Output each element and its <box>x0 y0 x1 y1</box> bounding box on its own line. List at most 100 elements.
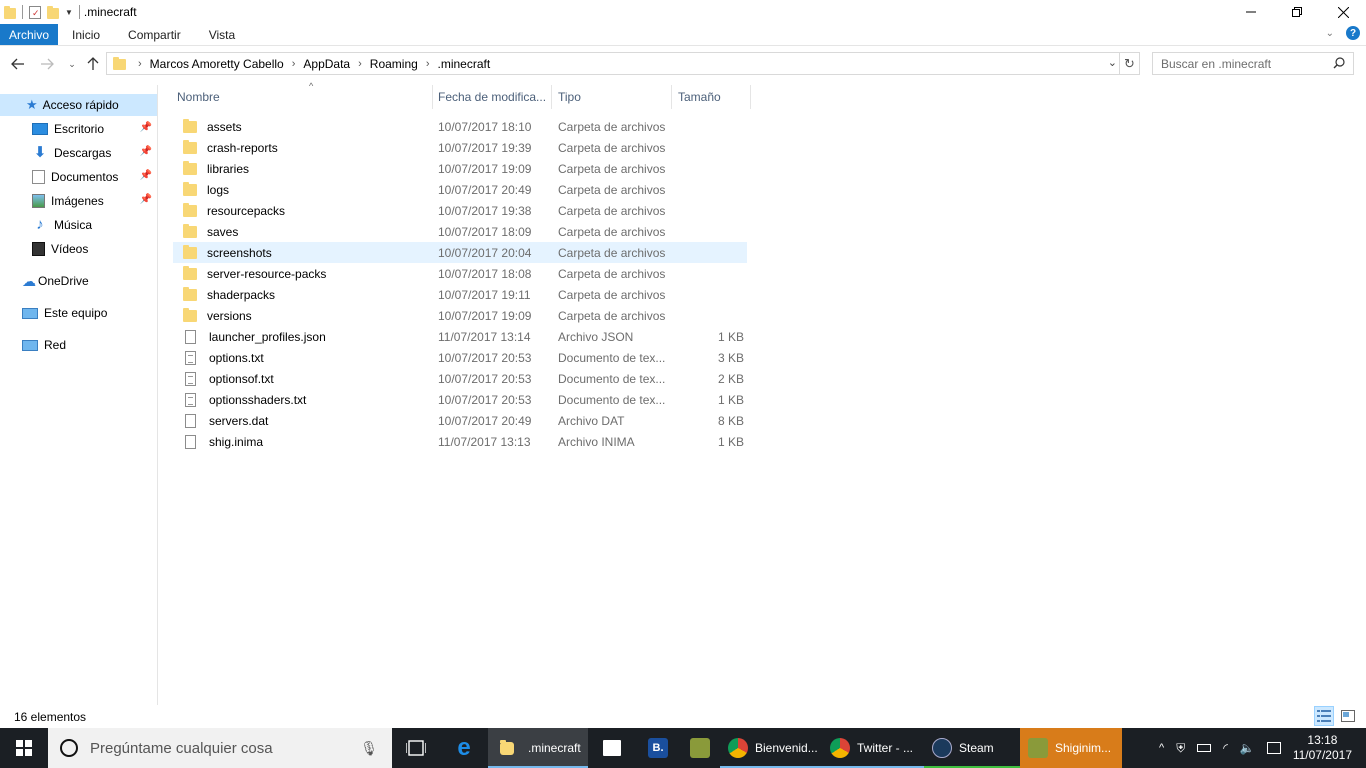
taskbar-app-label: Steam <box>959 741 994 755</box>
battery-icon[interactable] <box>1197 744 1212 752</box>
pin-icon[interactable]: 📌 <box>140 194 152 205</box>
cortana-search[interactable]: Pregúntame cualquier cosa 🎙 <box>48 728 392 768</box>
folder-icon <box>183 244 197 259</box>
properties-icon[interactable]: ✓ <box>29 5 41 19</box>
nav-item-escritorio[interactable]: Escritorio 📌 <box>0 118 157 140</box>
breadcrumb-chevron-icon[interactable]: › <box>284 58 304 70</box>
recent-locations-button[interactable]: ⌄ <box>62 54 82 74</box>
file-type-cell: Archivo INIMA <box>558 434 635 449</box>
file-name: screenshots <box>207 245 272 260</box>
expand-ribbon-icon[interactable]: ⌄ <box>1326 28 1334 39</box>
table-row[interactable]: servers.dat 10/07/2017 20:49 Archivo DAT 8 … <box>173 410 747 431</box>
breadcrumb-minecraft[interactable]: .minecraft <box>437 57 490 71</box>
refresh-button[interactable]: ↻ <box>1119 53 1139 74</box>
pin-icon[interactable]: 📌 <box>140 146 152 157</box>
table-row[interactable]: logs 10/07/2017 20:49 Carpeta de archivos <box>173 179 747 200</box>
nav-onedrive[interactable]: ☁ OneDrive <box>0 270 157 292</box>
table-row[interactable]: screenshots 10/07/2017 20:04 Carpeta de ar… <box>173 242 747 263</box>
address-dropdown-icon[interactable]: ⌄ <box>1108 56 1117 69</box>
customize-toolbar-icon[interactable]: ▼ <box>65 8 73 17</box>
table-row[interactable]: optionsshaders.txt 10/07/2017 20:53 Docume… <box>173 389 747 410</box>
file-name: versions <box>207 308 252 323</box>
breadcrumb-chevron-icon[interactable]: › <box>350 58 370 70</box>
breadcrumb-appdata[interactable]: AppData <box>303 57 350 71</box>
table-row[interactable]: crash-reports 10/07/2017 19:39 Carpeta de … <box>173 137 747 158</box>
store-button[interactable] <box>588 728 636 768</box>
search-input[interactable]: Buscar en .minecraft <box>1161 57 1271 71</box>
up-arrow-icon <box>87 57 99 70</box>
task-view-icon <box>406 740 426 756</box>
breadcrumb-user[interactable]: Marcos Amoretty Cabello <box>150 57 284 71</box>
close-button[interactable] <box>1320 0 1366 24</box>
search-box[interactable]: Buscar en .minecraft <box>1152 52 1354 75</box>
task-view-button[interactable] <box>392 728 440 768</box>
tab-archivo[interactable]: Archivo <box>0 24 59 45</box>
new-folder-icon[interactable] <box>47 5 59 19</box>
column-header-size[interactable]: Tamaño <box>672 85 751 109</box>
security-icon[interactable]: ⛨ <box>1176 741 1185 756</box>
tab-compartir[interactable]: Compartir <box>114 24 195 45</box>
minimize-icon <box>1246 11 1256 13</box>
table-row[interactable]: versions 10/07/2017 19:09 Carpeta de archi… <box>173 305 747 326</box>
table-row[interactable]: saves 10/07/2017 18:09 Carpeta de archivos <box>173 221 747 242</box>
nav-item-documentos[interactable]: Documentos 📌 <box>0 166 157 188</box>
file-name-cell: versions <box>183 305 252 326</box>
breadcrumb-roaming[interactable]: Roaming <box>370 57 418 71</box>
table-row[interactable]: assets 10/07/2017 18:10 Carpeta de archivo… <box>173 116 747 137</box>
nav-quick-access[interactable]: ★ Acceso rápido <box>0 94 157 116</box>
table-row[interactable]: server-resource-packs 10/07/2017 18:08 Car… <box>173 263 747 284</box>
taskbar-app-explorer[interactable]: .minecraft <box>488 728 588 768</box>
table-row[interactable]: shig.inima 11/07/2017 13:13 Archivo INIMA 1… <box>173 431 747 452</box>
table-row[interactable]: launcher_profiles.json 11/07/2017 13:14 Ar… <box>173 326 747 347</box>
taskbar-app-chrome-2[interactable]: Twitter - ... <box>822 728 924 768</box>
pin-icon[interactable]: 📌 <box>140 170 152 181</box>
action-center-icon[interactable] <box>1266 742 1281 754</box>
file-type-cell: Documento de tex... <box>558 371 666 386</box>
table-row[interactable]: options.txt 10/07/2017 20:53 Documento de … <box>173 347 747 368</box>
large-icons-view-button[interactable] <box>1338 706 1358 726</box>
nav-network[interactable]: Red <box>0 334 157 356</box>
edge-button[interactable]: e <box>440 728 488 768</box>
microphone-icon[interactable]: 🎙 <box>360 740 378 757</box>
restore-button[interactable] <box>1274 0 1320 24</box>
column-header-name[interactable]: Nombre ^ <box>171 81 433 109</box>
table-row[interactable]: shaderpacks 10/07/2017 19:11 Carpeta de ar… <box>173 284 747 305</box>
nav-item-descargas[interactable]: ⬇ Descargas 📌 <box>0 142 157 164</box>
show-hidden-icons-icon[interactable]: ^ <box>1159 742 1164 754</box>
start-button[interactable] <box>0 728 48 768</box>
column-header-type[interactable]: Tipo <box>552 85 672 109</box>
tab-inicio[interactable]: Inicio <box>58 24 114 45</box>
taskbar-app-shiginima[interactable]: Shiginim... <box>1020 728 1122 768</box>
nav-item-musica[interactable]: ♪ Música <box>0 214 157 236</box>
help-icon[interactable]: ? <box>1346 26 1360 40</box>
address-bar[interactable]: › Marcos Amoretty Cabello › AppData › Ro… <box>106 52 1140 75</box>
column-header-label: Tipo <box>558 90 581 104</box>
forward-button[interactable] <box>37 54 57 74</box>
up-button[interactable] <box>83 54 103 74</box>
taskbar-app-chrome-1[interactable]: Bienvenid... <box>720 728 822 768</box>
nav-item-videos[interactable]: Vídeos <box>0 238 157 260</box>
breadcrumb-chevron-icon[interactable]: › <box>418 58 438 70</box>
column-header-date[interactable]: Fecha de modifica... <box>432 85 552 109</box>
pin-icon[interactable]: 📌 <box>140 122 152 133</box>
minecraft-launcher-button[interactable] <box>680 728 720 768</box>
minimize-button[interactable] <box>1228 0 1274 24</box>
booking-button[interactable]: B. <box>636 728 680 768</box>
nav-this-pc[interactable]: Este equipo <box>0 302 157 324</box>
taskbar-app-steam[interactable]: Steam <box>924 728 1020 768</box>
clock[interactable]: 13:18 11/07/2017 <box>1293 733 1352 763</box>
table-row[interactable]: resourcepacks 10/07/2017 19:38 Carpeta de … <box>173 200 747 221</box>
table-row[interactable]: optionsof.txt 10/07/2017 20:53 Documento d… <box>173 368 747 389</box>
tab-vista[interactable]: Vista <box>195 24 249 45</box>
column-header-label: Nombre <box>177 90 220 104</box>
wifi-icon[interactable]: ◜ <box>1223 741 1228 755</box>
cortana-search-input[interactable]: Pregúntame cualquier cosa <box>90 740 273 757</box>
breadcrumb-chevron-icon[interactable]: › <box>130 58 150 70</box>
file-name: assets <box>207 119 242 134</box>
details-view-button[interactable] <box>1314 706 1334 726</box>
volume-icon[interactable]: 🔈 <box>1240 741 1255 755</box>
table-row[interactable]: libraries 10/07/2017 19:09 Carpeta de arch… <box>173 158 747 179</box>
booking-icon: B. <box>648 738 668 758</box>
back-button[interactable] <box>8 54 28 74</box>
nav-item-imagenes[interactable]: Imágenes 📌 <box>0 190 157 212</box>
